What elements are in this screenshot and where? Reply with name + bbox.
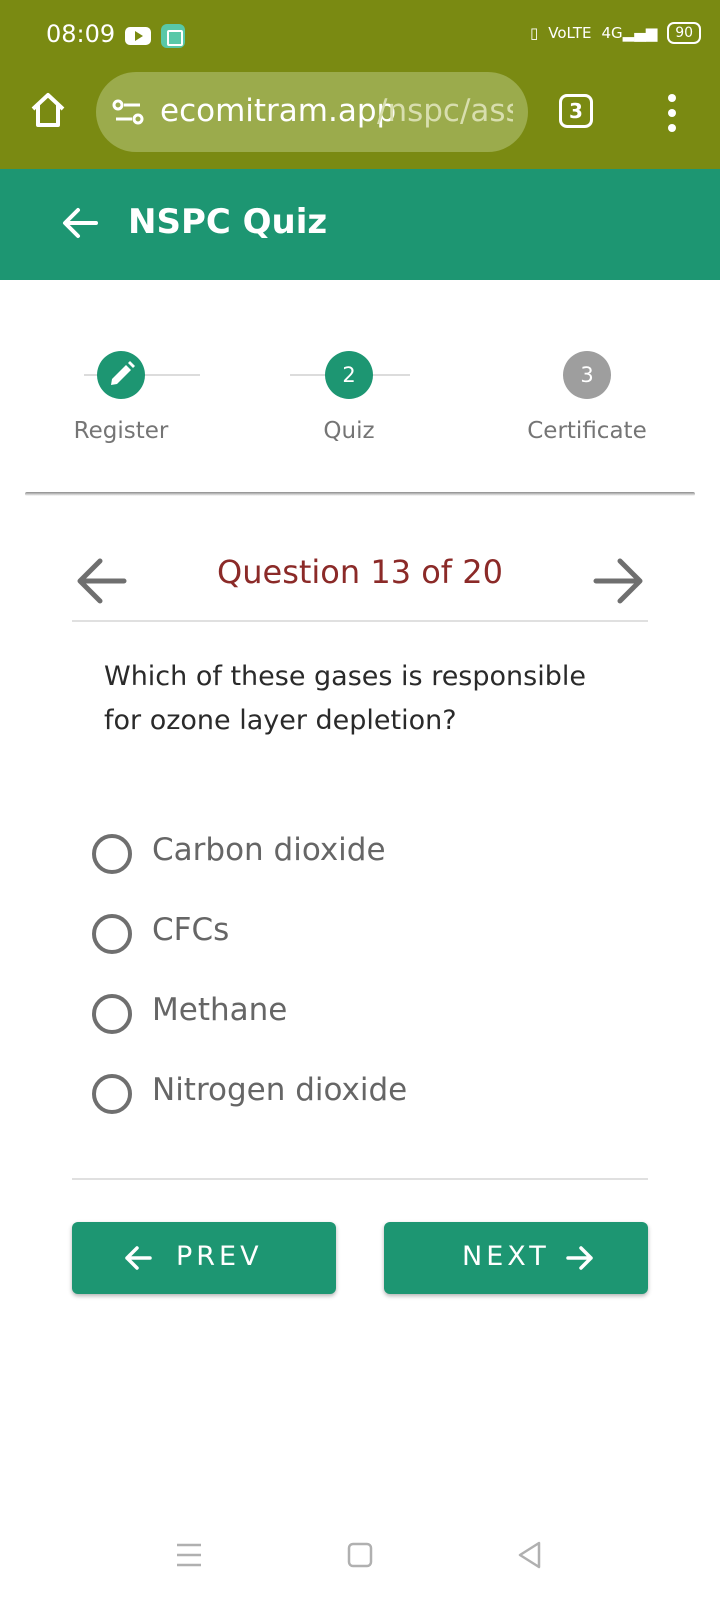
step-quiz-marker: 2 — [325, 351, 373, 399]
step-register-marker — [97, 351, 145, 399]
divider — [72, 620, 648, 622]
battery-indicator: 90 — [667, 22, 702, 44]
step-certificate-marker: 3 — [563, 351, 611, 399]
option-label[interactable]: Nitrogen dioxide — [152, 1072, 407, 1108]
radio-button[interactable] — [92, 914, 132, 954]
back-nav-icon[interactable] — [515, 1540, 545, 1570]
page-title: NSPC Quiz — [128, 202, 328, 242]
url-host[interactable]: ecomitram.app — [160, 93, 396, 129]
network-type: 4G — [601, 24, 623, 42]
radio-button[interactable] — [92, 834, 132, 874]
arrow-left-icon — [125, 1246, 152, 1270]
next-button[interactable]: NEXT — [384, 1222, 648, 1294]
back-arrow-icon[interactable] — [60, 203, 100, 243]
recent-apps-icon[interactable] — [174, 1540, 204, 1570]
prev-question-arrow[interactable] — [74, 556, 128, 606]
signal-4g-icon: 4G▂▄▆ — [601, 24, 658, 42]
option-methane[interactable]: Methane — [90, 986, 630, 1042]
next-question-arrow[interactable] — [592, 556, 646, 606]
option-carbon-dioxide[interactable]: Carbon dioxide — [90, 826, 630, 882]
site-settings-icon[interactable] — [112, 98, 144, 126]
option-cfcs[interactable]: CFCs — [90, 906, 630, 962]
url-path[interactable]: /nspc/ass — [377, 93, 513, 129]
home-icon[interactable] — [28, 90, 68, 130]
youtube-icon — [125, 27, 151, 45]
next-button-label: NEXT — [462, 1241, 550, 1272]
option-label[interactable]: Methane — [152, 992, 287, 1028]
app-bar — [0, 169, 720, 280]
prev-button-label: PREV — [176, 1241, 263, 1272]
vibrate-icon: ▯ — [530, 24, 539, 42]
option-label[interactable]: Carbon dioxide — [152, 832, 386, 868]
tabs-button[interactable]: 3 — [559, 94, 593, 128]
status-indicators: ▯ VoLTE 4G▂▄▆ 90 — [530, 22, 702, 44]
volte-icon: VoLTE — [548, 24, 592, 42]
step-register-label: Register — [73, 418, 169, 444]
radio-button[interactable] — [92, 994, 132, 1034]
app-notification-icon — [161, 24, 185, 48]
pencil-icon — [111, 361, 135, 385]
step-certificate-label: Certificate — [527, 418, 647, 444]
divider — [72, 1178, 648, 1180]
status-time: 08:09 — [46, 20, 116, 48]
browser-chrome: 08:09 ▯ VoLTE 4G▂▄▆ 90 ecomitram.app /ns… — [0, 0, 720, 169]
menu-icon[interactable] — [664, 93, 680, 133]
option-label[interactable]: CFCs — [152, 912, 229, 948]
prev-button[interactable]: PREV — [72, 1222, 336, 1294]
stepper-line — [406, 374, 410, 376]
question-counter: Question 13 of 20 — [217, 553, 503, 591]
question-text: Which of these gases is responsible for … — [104, 661, 586, 736]
option-nitrogen-dioxide[interactable]: Nitrogen dioxide — [90, 1066, 630, 1122]
arrow-right-icon — [566, 1246, 593, 1270]
step-quiz-label: Quiz — [323, 418, 375, 444]
stepper-divider — [25, 492, 695, 496]
radio-button[interactable] — [92, 1074, 132, 1114]
home-nav-icon[interactable] — [345, 1540, 375, 1570]
